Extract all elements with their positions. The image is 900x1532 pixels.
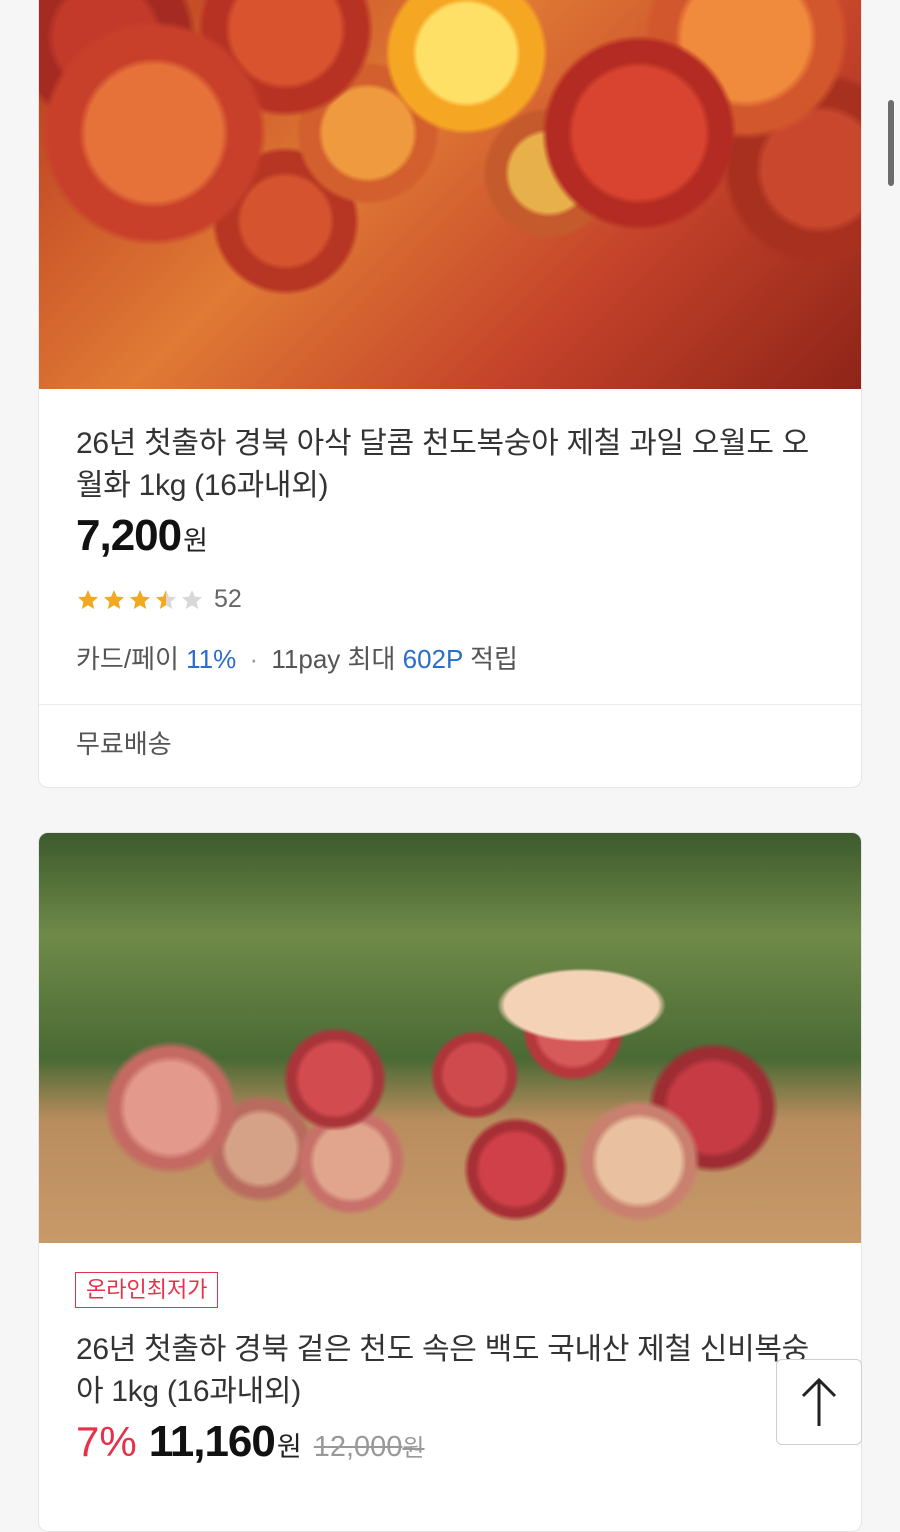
product-card[interactable]: 온라인최저가 26년 첫출하 경북 겉은 천도 속은 백도 국내산 제철 신비복… [38, 832, 862, 1532]
star-full-icon [104, 589, 124, 609]
price-row: 7,200 원 [76, 511, 208, 561]
original-currency-unit: 원 [402, 1435, 425, 1462]
discount-rate: 7% [76, 1418, 137, 1465]
points-suffix: 적립 [470, 644, 518, 674]
divider [39, 704, 861, 705]
rating: 52 [76, 585, 242, 614]
card-pay-label: 카드/페이 [76, 644, 179, 674]
original-price: 12,000 [313, 1431, 403, 1463]
product-image[interactable] [39, 833, 861, 1243]
card-pay-rate: 11% [186, 644, 237, 674]
product-card[interactable]: 26년 첫출하 경북 아삭 달콤 천도복숭아 제철 과일 오월도 오월화 1kg… [38, 0, 862, 788]
arrow-up-icon [801, 1377, 837, 1426]
price-row: 7% 11,160 원 12,000 원 [76, 1417, 425, 1467]
star-full-icon [130, 589, 150, 609]
star-full-icon [78, 589, 98, 609]
points-value: 602P [402, 644, 463, 674]
currency-unit: 원 [183, 526, 208, 556]
star-empty-icon [182, 589, 202, 609]
price: 7,200 [76, 511, 182, 560]
product-title[interactable]: 26년 첫출하 경북 겉은 천도 속은 백도 국내산 제철 신비복숭아 1kg … [76, 1329, 836, 1413]
lowest-price-badge: 온라인최저가 [75, 1272, 219, 1308]
review-count: 52 [214, 585, 242, 613]
price: 11,160 [148, 1417, 276, 1466]
product-image[interactable] [39, 0, 861, 389]
scroll-to-top-button[interactable] [776, 1359, 862, 1445]
separator-dot: · [249, 644, 259, 674]
scrollbar[interactable] [888, 100, 894, 186]
currency-unit: 원 [276, 1432, 302, 1462]
shipping-info: 무료배송 [76, 729, 172, 759]
pay-label: 11pay 최대 [271, 644, 396, 674]
benefit-info: 카드/페이 11% · 11pay 최대 602P 적립 [76, 639, 518, 676]
star-half-icon [156, 589, 176, 609]
product-title[interactable]: 26년 첫출하 경북 아삭 달콤 천도복숭아 제철 과일 오월도 오월화 1kg… [76, 423, 836, 507]
